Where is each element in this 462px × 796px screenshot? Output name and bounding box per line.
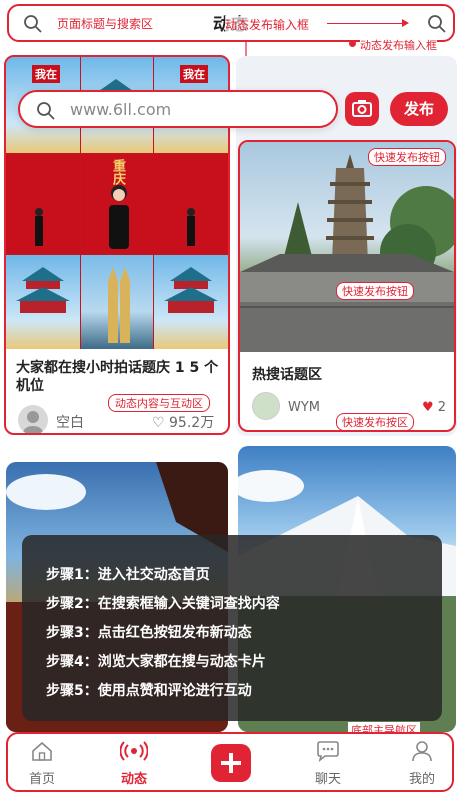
step-text: 步骤4：浏览大家都在搜与动态卡片 [46,654,266,670]
annotation-publish-input-2: 动态发布输入框 [360,37,437,53]
heart-filled-icon: ♥ [422,400,434,415]
username[interactable]: WYM [288,400,320,415]
add-post-button[interactable] [211,744,251,782]
search-icon[interactable] [23,14,43,38]
nav-item-moments[interactable]: 动态 [104,740,164,787]
pagoda-graphic [240,154,454,352]
annotation-title-search: 页面标题与搜索区 [57,17,154,31]
bottom-nav: 首页 动态 聊天 我的 [6,732,454,792]
feed-card[interactable]: 快速发布按钮 快速发布按钮 热搜话题区 WYM ♥ 2 [238,140,456,432]
person-figure [109,185,129,249]
annotation-quick-publish-2: 快速发布按钮 [336,282,414,300]
annotation-publish-input: 动态发布输入框 [225,16,310,33]
temple-graphic [164,267,218,313]
temple-graphic [16,267,70,313]
plus-icon [221,753,241,773]
search-placeholder: www.6ll.com [70,100,172,119]
step-text: 步骤5：使用点赞和评论进行互动 [46,683,252,699]
like-count: 2 [437,400,447,415]
camera-button[interactable] [345,92,379,126]
search-icon [36,101,56,125]
post-image[interactable] [240,142,454,352]
avatar[interactable] [18,405,48,433]
nav-item-profile[interactable]: 我的 [392,740,452,787]
camera-icon [352,100,372,117]
username[interactable]: 空白 [56,412,84,432]
chat-icon [317,741,339,763]
person-figure [35,208,43,246]
annotation-content-interaction: 动态内容与互动区 [108,394,210,412]
search-icon[interactable] [427,14,447,38]
like-button[interactable]: ♥ 2 [422,400,446,415]
annotation-quick-publish: 快速发布按钮 [368,148,446,166]
avatar[interactable] [252,392,280,420]
person-figure [187,208,195,246]
annotation-arrow-head [402,19,409,27]
nav-label: 我的 [408,772,435,787]
annotation-quick-publish-area: 快速发布按区 [336,413,414,431]
like-button[interactable]: ♡ 95.2万 [152,412,214,432]
search-input[interactable]: www.6ll.com [18,90,338,128]
home-icon [32,741,52,761]
annotation-arrow [327,23,405,24]
nav-item-chat[interactable]: 聊天 [298,740,358,787]
step-text: 步骤3：点击红色按钮发布新动态 [46,625,252,641]
broadcast-icon [119,741,149,761]
nav-label: 首页 [28,772,55,787]
instruction-overlay: 步骤1：进入社交动态首页 步骤2：在搜索框输入关键词查找内容 步骤3：点击红色按… [22,535,442,721]
user-icon [412,741,432,762]
nav-item-home[interactable]: 首页 [12,740,72,787]
sign-text: 我在 [180,65,208,83]
nav-label: 聊天 [314,772,341,787]
city-text: 重庆 [110,159,125,185]
step-text: 步骤2：在搜索框输入关键词查找内容 [46,596,280,612]
post-title[interactable]: 热搜话题区 [252,364,322,384]
twin-towers-graphic [108,267,130,343]
nav-label: 动态 [120,772,147,787]
step-text: 步骤1：进入社交动态首页 [46,567,210,583]
heart-outline-icon: ♡ [152,415,165,431]
like-count: 95.2万 [169,415,215,431]
post-title[interactable]: 大家都在搜小时拍话题庆 1 5 个机位 [16,359,221,395]
sign-text: 我在 [32,65,60,83]
publish-button[interactable]: 发布 [390,92,448,126]
annotation-dot [349,40,356,47]
